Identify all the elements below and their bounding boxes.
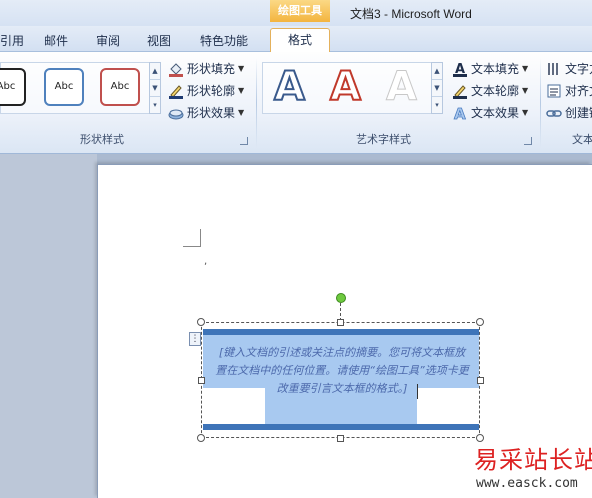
wordart-style-red-outline[interactable]: A <box>329 63 362 111</box>
text-direction-button[interactable]: 文字方 <box>546 60 592 80</box>
tab-references[interactable]: 引用 <box>0 32 24 49</box>
text-group: 文字方 对齐文 创建链 文本 <box>544 54 592 150</box>
resize-handle-bottom[interactable] <box>337 435 344 442</box>
wordart-gallery-scroll[interactable]: ▲ ▼ ▾ <box>431 62 443 114</box>
group-divider <box>256 58 257 148</box>
wordart-style-white-outline[interactable]: A <box>386 64 418 111</box>
scroll-down-icon[interactable]: ▼ <box>432 80 442 97</box>
align-text-button[interactable]: 对齐文 <box>546 82 592 102</box>
wordart-styles-label: 艺术字样式 <box>356 133 411 146</box>
gallery-more-icon[interactable]: ▾ <box>150 97 160 114</box>
vertical-ruler-area <box>0 154 97 498</box>
tab-special-features[interactable]: 特色功能 <box>200 32 248 49</box>
paint-bucket-icon <box>168 61 184 77</box>
watermark-site-name: 易采站长站 <box>474 446 592 474</box>
link-chain-icon <box>546 105 562 121</box>
shape-effects-icon <box>168 105 184 121</box>
window-title: 文档3 - Microsoft Word <box>350 7 472 21</box>
scroll-up-icon[interactable]: ▲ <box>150 63 160 80</box>
shape-effects-button[interactable]: 形状效果 ▼ <box>168 104 244 124</box>
text-outline-pen-icon <box>452 83 468 99</box>
textbox-line: 置在文档中的任何位置。请使用“绘图工具”选项卡更 <box>215 364 469 377</box>
tab-review[interactable]: 审阅 <box>96 32 120 49</box>
ribbon-tab-bar: 引用 邮件 审阅 视图 特色功能 格式 <box>0 26 592 53</box>
text-fill-button[interactable]: A 文本填充 ▼ <box>452 60 528 80</box>
textbox-line: [键入文档的引述或关注点的摘要。您可将文本框放 <box>218 346 466 359</box>
create-link-button[interactable]: 创建链 <box>546 104 592 124</box>
resize-handle-top-right[interactable] <box>476 318 484 326</box>
textbox-text[interactable]: [键入文档的引述或关注点的摘要。您可将文本框放 置在文档中的任何位置。请使用“绘… <box>203 344 481 398</box>
chevron-down-icon: ▼ <box>238 86 245 95</box>
wordart-style-blue-outline[interactable]: A <box>273 63 306 111</box>
resize-handle-bottom-left[interactable] <box>197 434 205 442</box>
chevron-down-icon: ▼ <box>238 64 245 73</box>
svg-text:A: A <box>454 105 466 121</box>
shape-style-black[interactable]: Abc <box>0 68 26 106</box>
textbox-bottom-accent-bar <box>203 424 479 430</box>
tab-format[interactable]: 格式 <box>270 28 330 53</box>
align-text-icon <box>546 83 562 99</box>
ribbon: Abc Abc Abc ▲ ▼ ▾ 形状填充 ▼ 形状轮廓 ▼ 形状效果 ▼ 形状样式 <box>0 52 592 154</box>
rotation-handle[interactable] <box>336 293 346 303</box>
dialog-launcher-icon[interactable] <box>240 137 248 145</box>
text-fill-a-icon: A <box>452 61 468 77</box>
dialog-launcher-icon[interactable] <box>524 137 532 145</box>
shape-fill-button[interactable]: 形状填充 ▼ <box>168 60 244 80</box>
title-bar: 绘图工具 文档3 - Microsoft Word <box>0 0 592 26</box>
resize-handle-top[interactable] <box>337 319 344 326</box>
text-group-label: 文本 <box>572 133 592 146</box>
shape-gallery-scroll[interactable]: ▲ ▼ ▾ <box>149 62 161 114</box>
scroll-up-icon[interactable]: ▲ <box>432 63 442 80</box>
chevron-down-icon: ▼ <box>522 64 529 73</box>
chevron-down-icon: ▼ <box>238 108 245 117</box>
chevron-down-icon: ▼ <box>522 108 529 117</box>
tab-mailings[interactable]: 邮件 <box>44 32 68 49</box>
drawing-tools-context-label: 绘图工具 <box>270 0 330 22</box>
resize-handle-right[interactable] <box>477 377 484 384</box>
resize-handle-top-left[interactable] <box>197 318 205 326</box>
margin-corner-mark <box>183 229 201 247</box>
shape-outline-button[interactable]: 形状轮廓 ▼ <box>168 82 244 102</box>
wordart-styles-group: A A A ▲ ▼ ▾ A 文本填充 ▼ 文本轮廓 ▼ A 文本效果 ▼ 艺术字样式 <box>260 54 538 150</box>
text-effects-button[interactable]: A 文本效果 ▼ <box>452 104 529 124</box>
textbox-line: 改重要引言文本框的格式。] <box>276 382 408 395</box>
shape-styles-group: Abc Abc Abc ▲ ▼ ▾ 形状填充 ▼ 形状轮廓 ▼ 形状效果 ▼ 形状样式 <box>0 54 252 150</box>
tab-view[interactable]: 视图 <box>147 32 171 49</box>
pen-outline-icon <box>168 83 184 99</box>
chevron-down-icon: ▼ <box>522 86 529 95</box>
shape-styles-label: 形状样式 <box>80 133 124 146</box>
paragraph-cursor: , <box>204 256 208 267</box>
layout-options-icon[interactable]: ⋮ <box>189 332 201 346</box>
text-caret <box>417 384 418 399</box>
shape-style-red[interactable]: Abc <box>100 68 140 106</box>
text-effects-a-icon: A <box>452 104 468 123</box>
resize-handle-left[interactable] <box>198 377 205 384</box>
gallery-more-icon[interactable]: ▾ <box>432 97 442 114</box>
watermark-url: www.easck.com <box>476 476 578 491</box>
text-direction-icon <box>546 61 562 77</box>
shape-style-blue[interactable]: Abc <box>44 68 84 106</box>
text-outline-button[interactable]: 文本轮廓 ▼ <box>452 82 528 102</box>
scroll-down-icon[interactable]: ▼ <box>150 80 160 97</box>
group-divider <box>540 58 541 148</box>
